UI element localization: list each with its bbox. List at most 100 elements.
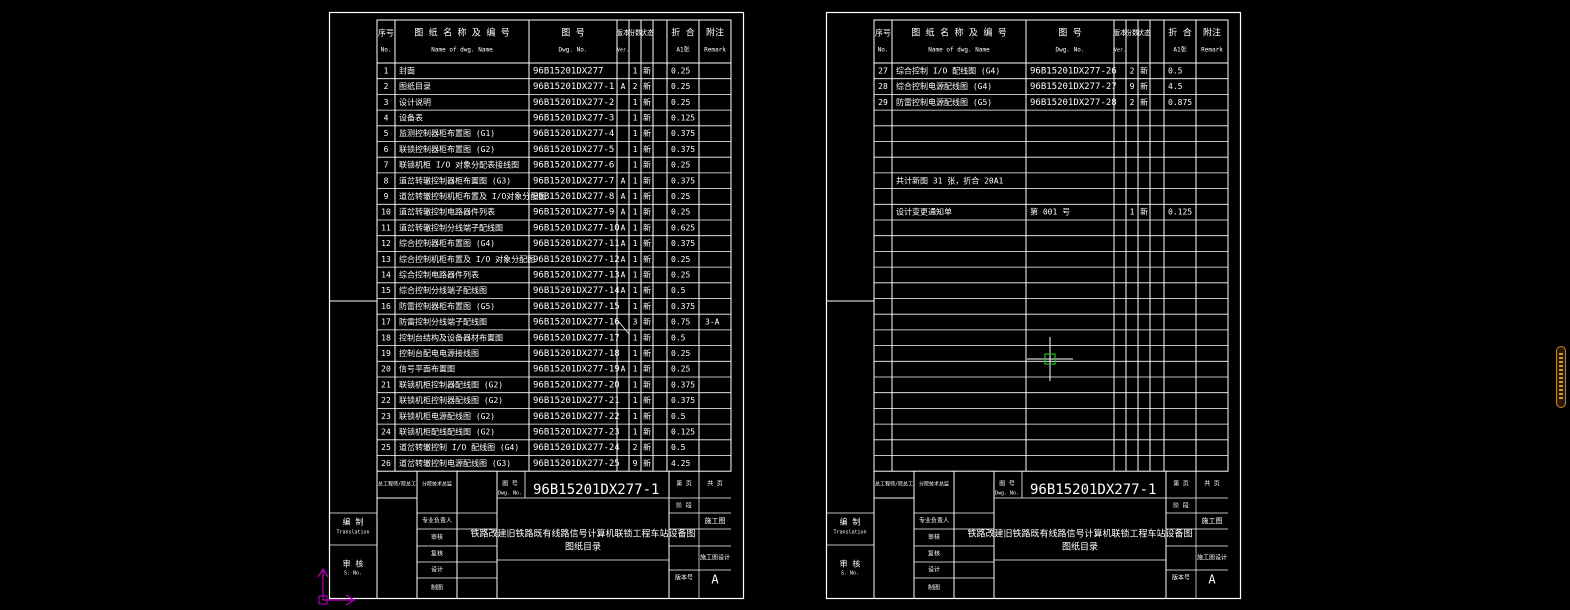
row-copies: 1 bbox=[633, 113, 638, 122]
row-copies: 1 bbox=[633, 239, 638, 248]
change-dwg: 第 001 号 bbox=[1030, 207, 1070, 217]
scrollbar-grip[interactable] bbox=[1559, 353, 1563, 401]
row-status: 新 bbox=[1140, 81, 1148, 91]
row-dwg: 96B15201DX277 bbox=[533, 66, 603, 76]
header-ver-en: Ver. bbox=[617, 48, 629, 54]
dwg-no-label-en: Dwg. No. bbox=[498, 491, 522, 497]
label-compile: 编 制 bbox=[840, 517, 861, 527]
cad-canvas[interactable]: 序号 No. 图 纸 名 称 及 编 号 Name of dwg. Name 图 号 Dw… bbox=[0, 0, 1570, 610]
stage-label: 阶 段 bbox=[676, 502, 692, 510]
row-no: 29 bbox=[878, 98, 888, 107]
header-remark: 附注 bbox=[706, 27, 724, 39]
change-name: 设计变更通知单 bbox=[896, 207, 952, 217]
label-compile: 编 制 bbox=[343, 517, 364, 527]
row-size: 0.375 bbox=[671, 396, 695, 405]
row-copies: 1 bbox=[633, 380, 638, 389]
row-ver: A bbox=[621, 270, 626, 279]
row-copies: 9 bbox=[633, 459, 638, 468]
row-status: 新 bbox=[643, 426, 651, 436]
row-size: 4.25 bbox=[671, 459, 690, 468]
header-size: 折 合 bbox=[671, 27, 694, 39]
sign-label: 制图 bbox=[928, 584, 940, 592]
row-copies: 1 bbox=[633, 161, 638, 170]
row-dwg: 96B15201DX277-17 bbox=[533, 333, 620, 343]
row-name: 道岔转辙控制机柜布置及 I/O对象分配图 bbox=[399, 191, 546, 201]
row-size: 0.75 bbox=[671, 318, 690, 327]
sheet-subtitle: 图纸目录 bbox=[1062, 541, 1098, 553]
row-status: 新 bbox=[643, 285, 651, 295]
row-status: 新 bbox=[643, 207, 651, 217]
label-compile-en: Translation bbox=[336, 530, 369, 536]
header-remark-en: Remark bbox=[704, 47, 726, 54]
row-size: 0.25 bbox=[671, 270, 690, 279]
row-name: 综合控制电路器件列表 bbox=[399, 269, 479, 279]
row-size: 0.375 bbox=[671, 145, 695, 154]
label-review-en: S. No. bbox=[344, 571, 362, 577]
row-dwg: 96B15201DX277-21 bbox=[533, 396, 620, 406]
row-name: 防雷控制分线端子配线图 bbox=[399, 317, 487, 327]
row-size: 0.875 bbox=[1168, 98, 1192, 107]
version-label: 版本号 bbox=[675, 574, 693, 582]
sign-label: 审核 bbox=[928, 533, 940, 541]
row-name: 控制台配电电源接线图 bbox=[399, 348, 479, 358]
row-copies: 1 bbox=[633, 349, 638, 358]
row-no: 4 bbox=[384, 113, 389, 122]
row-size: 0.5 bbox=[1168, 66, 1183, 75]
header-dwg: 图 号 bbox=[561, 28, 584, 39]
row-name: 联锁控制器柜布置图 (G2) bbox=[399, 144, 495, 154]
row-status: 新 bbox=[643, 97, 651, 107]
row-no: 13 bbox=[381, 255, 391, 264]
row-size: 0.25 bbox=[671, 192, 690, 201]
vertical-scrollbar[interactable] bbox=[1556, 346, 1566, 408]
label-compile-en: Translation bbox=[833, 530, 866, 536]
row-name: 综合控制器柜布置图 (G4) bbox=[399, 238, 495, 248]
row-name: 道岔转辙控制电源配线图 (G3) bbox=[399, 458, 511, 468]
row-size: 0.25 bbox=[671, 255, 690, 264]
header-size: 折 合 bbox=[1168, 27, 1191, 39]
row-dwg: 96B15201DX277-26 bbox=[1030, 66, 1117, 76]
row-copies: 2 bbox=[1130, 98, 1135, 107]
row-size: 0.375 bbox=[671, 176, 695, 185]
row-ver: A bbox=[621, 286, 626, 295]
row-name: 联锁机柜电源配线图 (G2) bbox=[399, 411, 495, 421]
header-name: 图 纸 名 称 及 编 号 bbox=[414, 27, 510, 39]
sheet-title: 铁路改建旧铁路既有线路信号计算机联锁工程车站设备图 bbox=[967, 528, 1192, 540]
row-no: 18 bbox=[381, 333, 391, 342]
row-name: 封面 bbox=[399, 65, 415, 75]
header-size-sub: A1张 bbox=[1173, 46, 1186, 54]
row-size: 0.5 bbox=[671, 412, 686, 421]
header-name: 图 纸 名 称 及 编 号 bbox=[911, 27, 1007, 39]
row-status: 新 bbox=[643, 332, 651, 342]
label-review: 审 核 bbox=[840, 559, 861, 569]
drawing-sheet-1[interactable]: 序号 No. 图 纸 名 称 及 编 号 Name of dwg. Name 图 号 Dw… bbox=[328, 11, 745, 600]
row-dwg: 96B15201DX277-20 bbox=[533, 380, 620, 390]
row-ver: A bbox=[621, 176, 626, 185]
drawing-sheet-2[interactable]: 序号 No. 图 纸 名 称 及 编 号 Name of dwg. Name 图 号 Dw… bbox=[825, 11, 1242, 600]
header-remark: 附注 bbox=[1203, 27, 1221, 39]
row-no: 25 bbox=[381, 443, 391, 452]
row-copies: 1 bbox=[633, 270, 638, 279]
row-no: 14 bbox=[381, 270, 391, 279]
row-no: 16 bbox=[381, 302, 391, 311]
header-dwg-en: Dwg. No. bbox=[1056, 47, 1085, 54]
version-value: A bbox=[711, 573, 719, 587]
header-dwg-en: Dwg. No. bbox=[559, 47, 588, 54]
row-copies: 1 bbox=[633, 98, 638, 107]
row-dwg: 96B15201DX277-2 bbox=[533, 98, 614, 108]
dwg-no-label: 图 号 bbox=[999, 481, 1015, 488]
row-status: 新 bbox=[643, 411, 651, 421]
page-label: 第 页 bbox=[676, 480, 692, 488]
row-ver: A bbox=[621, 208, 626, 217]
row-name: 联锁机柜控制器配线图 (G2) bbox=[399, 395, 503, 405]
row-dwg: 96B15201DX277-10 bbox=[533, 223, 620, 233]
sign-label: 复核 bbox=[431, 550, 443, 558]
row-size: 0.375 bbox=[671, 302, 695, 311]
row-dwg: 96B15201DX277-28 bbox=[1030, 98, 1117, 108]
row-name: 图纸目录 bbox=[399, 81, 431, 91]
dwg-no-label: 图 号 bbox=[502, 481, 518, 488]
row-name: 综合控制电源配线图 (G4) bbox=[896, 81, 992, 91]
row-copies: 2 bbox=[633, 443, 638, 452]
row-size: 0.25 bbox=[671, 208, 690, 217]
row-dwg: 96B15201DX277-3 bbox=[533, 113, 614, 123]
sign-chief: 总工程师/院总工 bbox=[875, 481, 913, 488]
